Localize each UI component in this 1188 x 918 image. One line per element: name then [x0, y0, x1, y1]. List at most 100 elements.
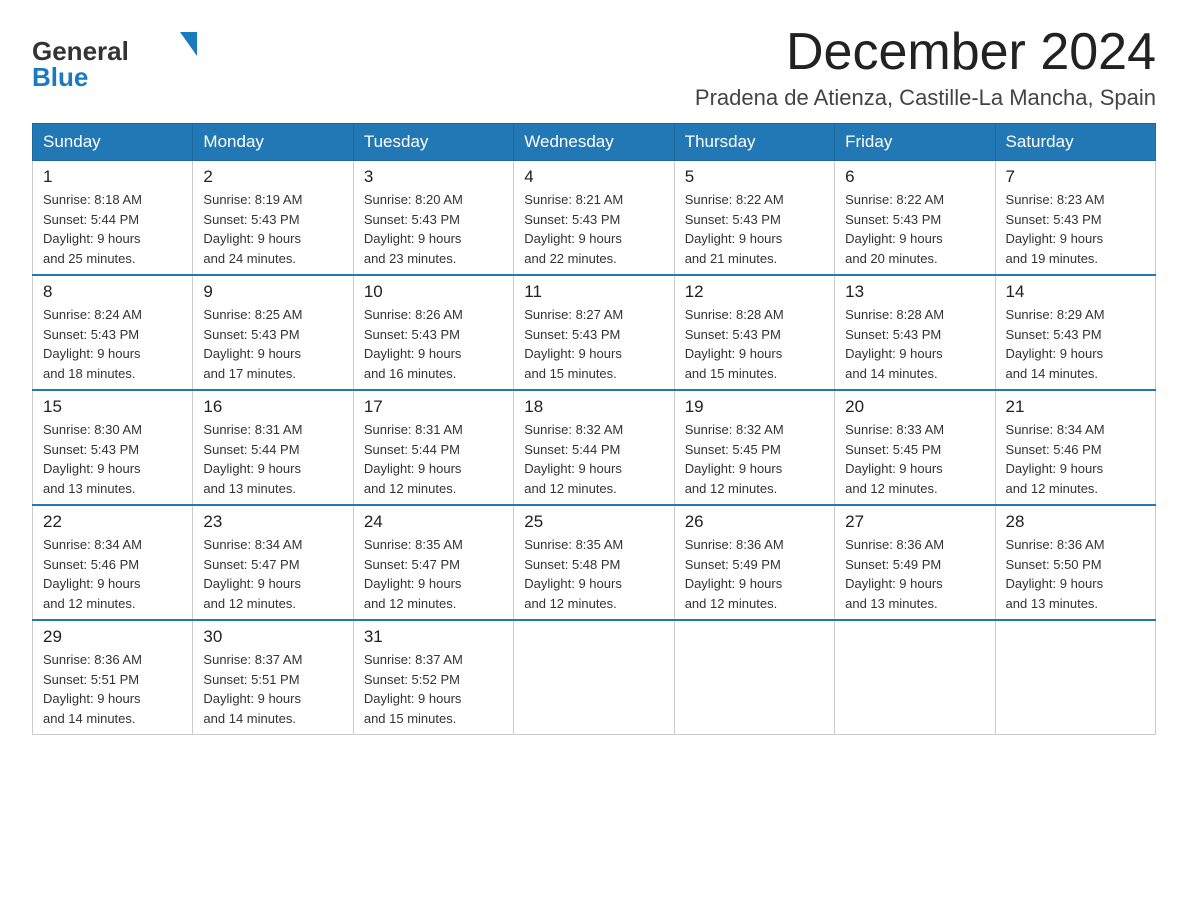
day-number: 8: [43, 282, 182, 302]
calendar-week-row: 8 Sunrise: 8:24 AMSunset: 5:43 PMDayligh…: [33, 275, 1156, 390]
day-number: 5: [685, 167, 824, 187]
calendar-day-cell: 8 Sunrise: 8:24 AMSunset: 5:43 PMDayligh…: [33, 275, 193, 390]
calendar-week-row: 15 Sunrise: 8:30 AMSunset: 5:43 PMDaylig…: [33, 390, 1156, 505]
calendar-day-cell: [995, 620, 1155, 735]
day-info: Sunrise: 8:22 AMSunset: 5:43 PMDaylight:…: [685, 192, 784, 266]
calendar-day-cell: 20 Sunrise: 8:33 AMSunset: 5:45 PMDaylig…: [835, 390, 995, 505]
calendar-day-cell: 2 Sunrise: 8:19 AMSunset: 5:43 PMDayligh…: [193, 161, 353, 276]
day-number: 13: [845, 282, 984, 302]
calendar-day-cell: 16 Sunrise: 8:31 AMSunset: 5:44 PMDaylig…: [193, 390, 353, 505]
col-header-sunday: Sunday: [33, 124, 193, 161]
day-number: 25: [524, 512, 663, 532]
day-info: Sunrise: 8:24 AMSunset: 5:43 PMDaylight:…: [43, 307, 142, 381]
calendar-day-cell: 6 Sunrise: 8:22 AMSunset: 5:43 PMDayligh…: [835, 161, 995, 276]
month-title: December 2024: [695, 24, 1156, 81]
logo-svg: General Blue: [32, 24, 202, 94]
calendar-day-cell: 28 Sunrise: 8:36 AMSunset: 5:50 PMDaylig…: [995, 505, 1155, 620]
calendar-day-cell: 13 Sunrise: 8:28 AMSunset: 5:43 PMDaylig…: [835, 275, 995, 390]
day-number: 29: [43, 627, 182, 647]
day-number: 20: [845, 397, 984, 417]
calendar-week-row: 29 Sunrise: 8:36 AMSunset: 5:51 PMDaylig…: [33, 620, 1156, 735]
day-info: Sunrise: 8:20 AMSunset: 5:43 PMDaylight:…: [364, 192, 463, 266]
day-info: Sunrise: 8:32 AMSunset: 5:44 PMDaylight:…: [524, 422, 623, 496]
day-info: Sunrise: 8:32 AMSunset: 5:45 PMDaylight:…: [685, 422, 784, 496]
calendar-day-cell: 18 Sunrise: 8:32 AMSunset: 5:44 PMDaylig…: [514, 390, 674, 505]
day-info: Sunrise: 8:35 AMSunset: 5:48 PMDaylight:…: [524, 537, 623, 611]
calendar-day-cell: 11 Sunrise: 8:27 AMSunset: 5:43 PMDaylig…: [514, 275, 674, 390]
col-header-monday: Monday: [193, 124, 353, 161]
day-info: Sunrise: 8:23 AMSunset: 5:43 PMDaylight:…: [1006, 192, 1105, 266]
day-info: Sunrise: 8:31 AMSunset: 5:44 PMDaylight:…: [364, 422, 463, 496]
day-info: Sunrise: 8:25 AMSunset: 5:43 PMDaylight:…: [203, 307, 302, 381]
day-info: Sunrise: 8:28 AMSunset: 5:43 PMDaylight:…: [685, 307, 784, 381]
day-number: 26: [685, 512, 824, 532]
day-info: Sunrise: 8:37 AMSunset: 5:51 PMDaylight:…: [203, 652, 302, 726]
day-number: 23: [203, 512, 342, 532]
col-header-friday: Friday: [835, 124, 995, 161]
day-info: Sunrise: 8:36 AMSunset: 5:50 PMDaylight:…: [1006, 537, 1105, 611]
col-header-tuesday: Tuesday: [353, 124, 513, 161]
day-number: 27: [845, 512, 984, 532]
col-header-thursday: Thursday: [674, 124, 834, 161]
calendar-day-cell: 9 Sunrise: 8:25 AMSunset: 5:43 PMDayligh…: [193, 275, 353, 390]
calendar-day-cell: 5 Sunrise: 8:22 AMSunset: 5:43 PMDayligh…: [674, 161, 834, 276]
calendar-day-cell: 19 Sunrise: 8:32 AMSunset: 5:45 PMDaylig…: [674, 390, 834, 505]
calendar-day-cell: [514, 620, 674, 735]
day-number: 17: [364, 397, 503, 417]
location-subtitle: Pradena de Atienza, Castille-La Mancha, …: [695, 85, 1156, 111]
calendar-week-row: 1 Sunrise: 8:18 AMSunset: 5:44 PMDayligh…: [33, 161, 1156, 276]
day-number: 6: [845, 167, 984, 187]
day-info: Sunrise: 8:19 AMSunset: 5:43 PMDaylight:…: [203, 192, 302, 266]
calendar-day-cell: 29 Sunrise: 8:36 AMSunset: 5:51 PMDaylig…: [33, 620, 193, 735]
day-number: 30: [203, 627, 342, 647]
calendar-week-row: 22 Sunrise: 8:34 AMSunset: 5:46 PMDaylig…: [33, 505, 1156, 620]
calendar-day-cell: 4 Sunrise: 8:21 AMSunset: 5:43 PMDayligh…: [514, 161, 674, 276]
calendar-day-cell: 7 Sunrise: 8:23 AMSunset: 5:43 PMDayligh…: [995, 161, 1155, 276]
day-number: 28: [1006, 512, 1145, 532]
day-number: 14: [1006, 282, 1145, 302]
day-info: Sunrise: 8:28 AMSunset: 5:43 PMDaylight:…: [845, 307, 944, 381]
col-header-wednesday: Wednesday: [514, 124, 674, 161]
calendar-day-cell: 1 Sunrise: 8:18 AMSunset: 5:44 PMDayligh…: [33, 161, 193, 276]
calendar-day-cell: 23 Sunrise: 8:34 AMSunset: 5:47 PMDaylig…: [193, 505, 353, 620]
calendar-day-cell: 30 Sunrise: 8:37 AMSunset: 5:51 PMDaylig…: [193, 620, 353, 735]
calendar-day-cell: 17 Sunrise: 8:31 AMSunset: 5:44 PMDaylig…: [353, 390, 513, 505]
day-number: 19: [685, 397, 824, 417]
day-number: 3: [364, 167, 503, 187]
calendar-day-cell: 10 Sunrise: 8:26 AMSunset: 5:43 PMDaylig…: [353, 275, 513, 390]
day-info: Sunrise: 8:29 AMSunset: 5:43 PMDaylight:…: [1006, 307, 1105, 381]
day-number: 15: [43, 397, 182, 417]
day-info: Sunrise: 8:34 AMSunset: 5:46 PMDaylight:…: [43, 537, 142, 611]
title-section: December 2024 Pradena de Atienza, Castil…: [695, 24, 1156, 111]
day-number: 11: [524, 282, 663, 302]
calendar-day-cell: 21 Sunrise: 8:34 AMSunset: 5:46 PMDaylig…: [995, 390, 1155, 505]
day-info: Sunrise: 8:27 AMSunset: 5:43 PMDaylight:…: [524, 307, 623, 381]
day-number: 10: [364, 282, 503, 302]
day-info: Sunrise: 8:18 AMSunset: 5:44 PMDaylight:…: [43, 192, 142, 266]
calendar-day-cell: 31 Sunrise: 8:37 AMSunset: 5:52 PMDaylig…: [353, 620, 513, 735]
calendar-day-cell: 12 Sunrise: 8:28 AMSunset: 5:43 PMDaylig…: [674, 275, 834, 390]
day-number: 22: [43, 512, 182, 532]
calendar-day-cell: 15 Sunrise: 8:30 AMSunset: 5:43 PMDaylig…: [33, 390, 193, 505]
day-number: 24: [364, 512, 503, 532]
day-info: Sunrise: 8:36 AMSunset: 5:49 PMDaylight:…: [685, 537, 784, 611]
calendar-header-row: Sunday Monday Tuesday Wednesday Thursday…: [33, 124, 1156, 161]
day-info: Sunrise: 8:34 AMSunset: 5:46 PMDaylight:…: [1006, 422, 1105, 496]
calendar-day-cell: 14 Sunrise: 8:29 AMSunset: 5:43 PMDaylig…: [995, 275, 1155, 390]
day-number: 9: [203, 282, 342, 302]
day-info: Sunrise: 8:35 AMSunset: 5:47 PMDaylight:…: [364, 537, 463, 611]
calendar-day-cell: 24 Sunrise: 8:35 AMSunset: 5:47 PMDaylig…: [353, 505, 513, 620]
day-number: 2: [203, 167, 342, 187]
day-number: 1: [43, 167, 182, 187]
day-info: Sunrise: 8:34 AMSunset: 5:47 PMDaylight:…: [203, 537, 302, 611]
day-number: 18: [524, 397, 663, 417]
day-number: 7: [1006, 167, 1145, 187]
svg-text:Blue: Blue: [32, 62, 88, 92]
day-number: 4: [524, 167, 663, 187]
day-info: Sunrise: 8:26 AMSunset: 5:43 PMDaylight:…: [364, 307, 463, 381]
day-info: Sunrise: 8:36 AMSunset: 5:49 PMDaylight:…: [845, 537, 944, 611]
calendar-day-cell: 27 Sunrise: 8:36 AMSunset: 5:49 PMDaylig…: [835, 505, 995, 620]
col-header-saturday: Saturday: [995, 124, 1155, 161]
calendar-day-cell: [835, 620, 995, 735]
day-number: 31: [364, 627, 503, 647]
